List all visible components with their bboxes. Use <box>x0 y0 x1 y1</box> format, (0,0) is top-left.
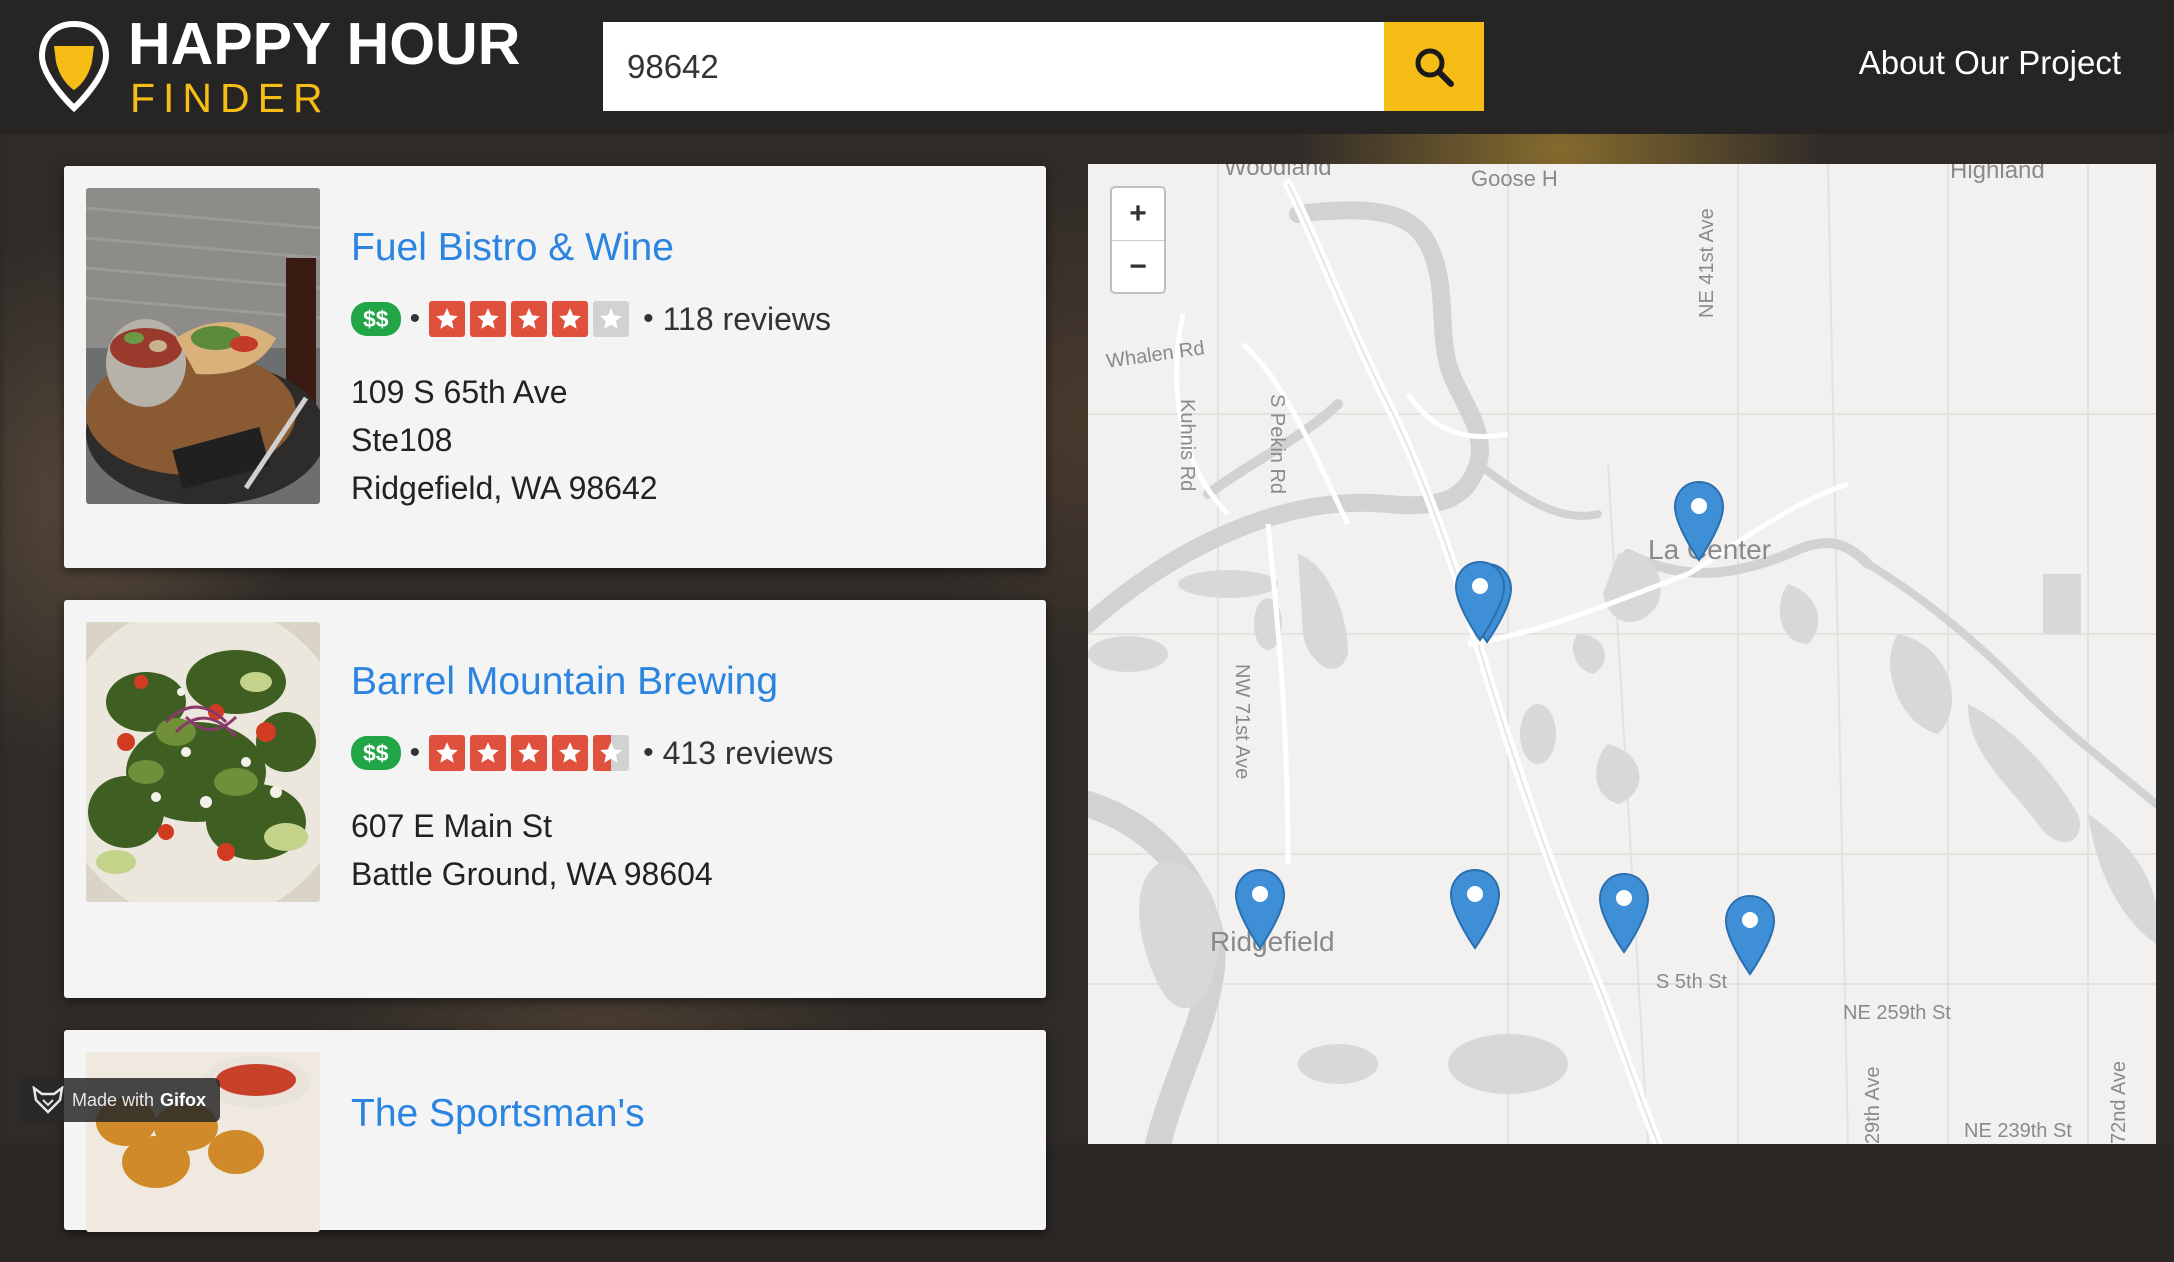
map-label-woodland: Woodland <box>1224 164 1332 181</box>
star-icon <box>470 301 507 337</box>
search-button[interactable] <box>1384 22 1484 111</box>
logo-pin-icon[interactable] <box>38 20 110 112</box>
search-icon <box>1415 48 1454 87</box>
gifox-watermark: Made with Gifox <box>20 1078 221 1122</box>
map-label-pekin: S Pekin Rd <box>1266 394 1288 495</box>
map-label-kuhnis: Kuhnis Rd <box>1176 399 1198 492</box>
star-rating <box>429 301 634 337</box>
zoom-in-button[interactable]: + <box>1112 188 1164 241</box>
map-marker-icon[interactable] <box>1234 868 1286 952</box>
result-card[interactable]: The Sportsman's <box>64 1030 1046 1232</box>
address-line: 109 S 65th Ave <box>351 374 568 410</box>
price-badge: $$ <box>351 736 401 770</box>
address-line: Battle Ground, WA 98604 <box>351 856 713 892</box>
logo-subtitle[interactable]: FINDER <box>130 74 331 122</box>
map-label-nw71: NW 71st Ave <box>1231 664 1253 780</box>
map-marker-icon[interactable] <box>1673 480 1725 564</box>
restaurant-name-link[interactable]: Fuel Bistro & Wine <box>351 226 1026 270</box>
map-label-ne239: NE 239th St <box>1964 1120 2072 1142</box>
fox-logo-icon <box>32 1086 64 1114</box>
restaurant-photo[interactable] <box>86 622 320 902</box>
result-card-body: Barrel Mountain Brewing $$ • • 413 revie… <box>351 600 1026 898</box>
result-card[interactable]: Barrel Mountain Brewing $$ • • 413 revie… <box>64 600 1046 998</box>
star-icon <box>470 735 507 771</box>
map-label-highland: Highland <box>1950 164 2045 184</box>
map-tiles <box>1088 164 2156 1144</box>
address-line: Ste108 <box>351 422 453 458</box>
address-line: 607 E Main St <box>351 808 552 844</box>
map-marker-icon[interactable] <box>1454 560 1506 644</box>
map-label-ne259: NE 259th St <box>1843 1002 1951 1024</box>
zip-search-input[interactable] <box>603 22 1386 111</box>
results-map[interactable]: Woodland Goose H Highland Whalen Rd S Pe… <box>1088 164 2156 1144</box>
review-count[interactable]: 118 reviews <box>663 301 831 338</box>
star-icon <box>429 735 466 771</box>
separator-dot: • <box>409 302 421 335</box>
map-label-29th: 29th Ave <box>1862 1066 1884 1144</box>
star-icon <box>511 735 548 771</box>
gifox-brand: Gifox <box>160 1089 207 1110</box>
map-label-goose: Goose H <box>1471 166 1558 191</box>
star-icon <box>429 301 466 337</box>
star-icon <box>552 735 589 771</box>
map-label-s5th: S 5th St <box>1656 971 1728 993</box>
result-card-body: The Sportsman's <box>351 1030 1026 1136</box>
separator-dot: • <box>643 736 654 769</box>
map-marker-icon[interactable] <box>1598 872 1650 956</box>
address-block: 109 S 65th Ave Ste108 Ridgefield, WA 986… <box>351 368 1026 512</box>
restaurant-name-link[interactable]: The Sportsman's <box>351 1092 1026 1136</box>
star-rating <box>429 735 634 771</box>
zoom-control: + − <box>1110 186 1166 294</box>
restaurant-photo[interactable] <box>86 188 320 504</box>
map-label-72nd: 72nd Ave <box>2108 1060 2130 1144</box>
gifox-made-with: Made with <box>72 1089 155 1110</box>
address-block: 607 E Main St Battle Ground, WA 98604 <box>351 802 1026 898</box>
star-icon <box>552 301 589 337</box>
logo-title[interactable]: HAPPY HOUR <box>128 12 520 76</box>
review-count[interactable]: 413 reviews <box>663 735 834 772</box>
result-meta-row: $$ • • 413 reviews <box>351 734 1026 772</box>
separator-dot: • <box>409 736 421 769</box>
result-card[interactable]: Fuel Bistro & Wine $$ • • 118 reviews 10… <box>64 166 1046 568</box>
map-marker-icon[interactable] <box>1449 868 1501 952</box>
separator-dot: • <box>643 302 654 335</box>
top-navbar: HAPPY HOUR FINDER About Our Project <box>0 0 2174 134</box>
map-label-ne41: NE 41st Ave <box>1696 208 1718 318</box>
map-marker-icon[interactable] <box>1724 894 1776 978</box>
restaurant-name-link[interactable]: Barrel Mountain Brewing <box>351 660 1026 704</box>
zoom-out-button[interactable]: − <box>1112 241 1164 293</box>
price-badge: $$ <box>351 302 401 336</box>
address-line: Ridgefield, WA 98642 <box>351 470 658 506</box>
star-icon <box>593 301 630 337</box>
result-meta-row: $$ • • 118 reviews <box>351 300 1026 338</box>
about-project-link[interactable]: About Our Project <box>1859 44 2121 82</box>
result-card-body: Fuel Bistro & Wine $$ • • 118 reviews 10… <box>351 166 1026 512</box>
star-icon <box>593 735 630 771</box>
star-icon <box>511 301 548 337</box>
